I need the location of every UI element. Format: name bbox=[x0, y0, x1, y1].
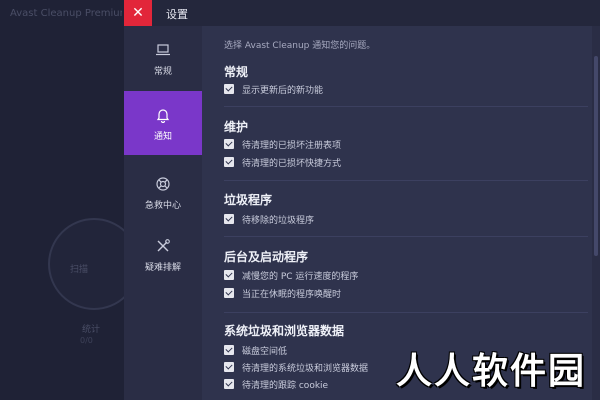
settings-dialog: ✕ 设置 常规 通知 急救中心 疑难排解 选择 Avast Cleanup 通知… bbox=[124, 0, 600, 400]
option-label: 待清理的跟踪 cookie bbox=[242, 380, 329, 391]
checkbox[interactable] bbox=[224, 379, 234, 389]
option-label: 待清理的已损坏快捷方式 bbox=[242, 158, 342, 169]
option-low-disk-space[interactable]: 磁盘空间低 bbox=[224, 343, 287, 357]
checkbox[interactable] bbox=[224, 214, 234, 224]
intro-text: 选择 Avast Cleanup 通知您的问题。 bbox=[224, 41, 376, 51]
checkbox[interactable] bbox=[224, 288, 234, 298]
checkbox[interactable] bbox=[224, 362, 234, 372]
bell-icon bbox=[156, 109, 170, 123]
background-scan-label: 扫描 bbox=[70, 265, 89, 275]
background-stat-value: 0/0 bbox=[80, 336, 93, 345]
checkbox[interactable] bbox=[224, 139, 234, 149]
option-broken-registry[interactable]: 待清理的已损坏注册表项 bbox=[224, 137, 341, 151]
checkbox[interactable] bbox=[224, 270, 234, 280]
divider bbox=[224, 236, 588, 237]
option-label: 待清理的系统垃圾和浏览器数据 bbox=[242, 363, 369, 374]
checkbox[interactable] bbox=[224, 345, 234, 355]
sidebar-item-label: 急救中心 bbox=[144, 201, 181, 211]
checkbox[interactable] bbox=[224, 157, 234, 167]
option-label: 显示更新后的新功能 bbox=[242, 85, 324, 96]
dialog-titlebar: ✕ 设置 bbox=[124, 0, 600, 26]
option-system-junk-browser-data[interactable]: 待清理的系统垃圾和浏览器数据 bbox=[224, 360, 368, 374]
close-button[interactable]: ✕ bbox=[124, 0, 152, 26]
option-label: 当正在休眠的程序唤醒时 bbox=[242, 289, 342, 300]
option-show-new-features[interactable]: 显示更新后的新功能 bbox=[224, 82, 323, 96]
option-broken-shortcuts[interactable]: 待清理的已损坏快捷方式 bbox=[224, 155, 341, 169]
divider bbox=[224, 312, 588, 313]
background-stat-label: 统计 bbox=[82, 325, 101, 335]
settings-sidebar: 常规 通知 急救中心 疑难排解 bbox=[124, 26, 202, 400]
section-title-general: 常规 bbox=[224, 65, 249, 79]
sidebar-item-rescue-center[interactable]: 急救中心 bbox=[124, 166, 202, 230]
section-title-maintenance: 维护 bbox=[224, 120, 249, 134]
option-sleeping-program-wake[interactable]: 当正在休眠的程序唤醒时 bbox=[224, 286, 341, 300]
sidebar-item-general[interactable]: 常规 bbox=[124, 26, 202, 90]
sidebar-item-troubleshooting[interactable]: 疑难排解 bbox=[124, 230, 202, 294]
section-title-background-startup: 后台及启动程序 bbox=[224, 250, 309, 264]
section-title-junk-programs: 垃圾程序 bbox=[224, 193, 273, 207]
section-title-system-junk: 系统垃圾和浏览器数据 bbox=[224, 324, 345, 338]
option-label: 磁盘空间低 bbox=[242, 346, 288, 357]
sidebar-item-notifications[interactable]: 通知 bbox=[124, 91, 202, 155]
laptop-icon bbox=[156, 44, 170, 56]
sidebar-item-label: 常规 bbox=[153, 67, 172, 77]
background-app: Avast Cleanup Premium bbox=[0, 0, 124, 400]
sidebar-item-label: 通知 bbox=[153, 132, 172, 142]
scrollbar-thumb[interactable] bbox=[594, 56, 598, 256]
watermark: 人人软件园 bbox=[395, 351, 586, 392]
option-label: 待清理的已损坏注册表项 bbox=[242, 140, 342, 151]
scrollbar[interactable] bbox=[592, 26, 600, 400]
option-label: 减慢您的 PC 运行速度的程序 bbox=[242, 271, 359, 282]
divider bbox=[224, 180, 588, 181]
tools-icon bbox=[157, 239, 170, 252]
option-junk-programs[interactable]: 待移除的垃圾程序 bbox=[224, 212, 314, 226]
lifebuoy-icon bbox=[156, 177, 170, 191]
option-tracking-cookies[interactable]: 待清理的跟踪 cookie bbox=[224, 377, 328, 391]
background-app-title: Avast Cleanup Premium bbox=[10, 8, 122, 19]
checkbox[interactable] bbox=[224, 84, 234, 94]
option-label: 待移除的垃圾程序 bbox=[242, 215, 315, 226]
divider bbox=[224, 106, 588, 107]
dialog-title: 设置 bbox=[166, 8, 188, 21]
sidebar-item-label: 疑难排解 bbox=[144, 263, 181, 273]
option-slow-programs[interactable]: 减慢您的 PC 运行速度的程序 bbox=[224, 268, 358, 282]
